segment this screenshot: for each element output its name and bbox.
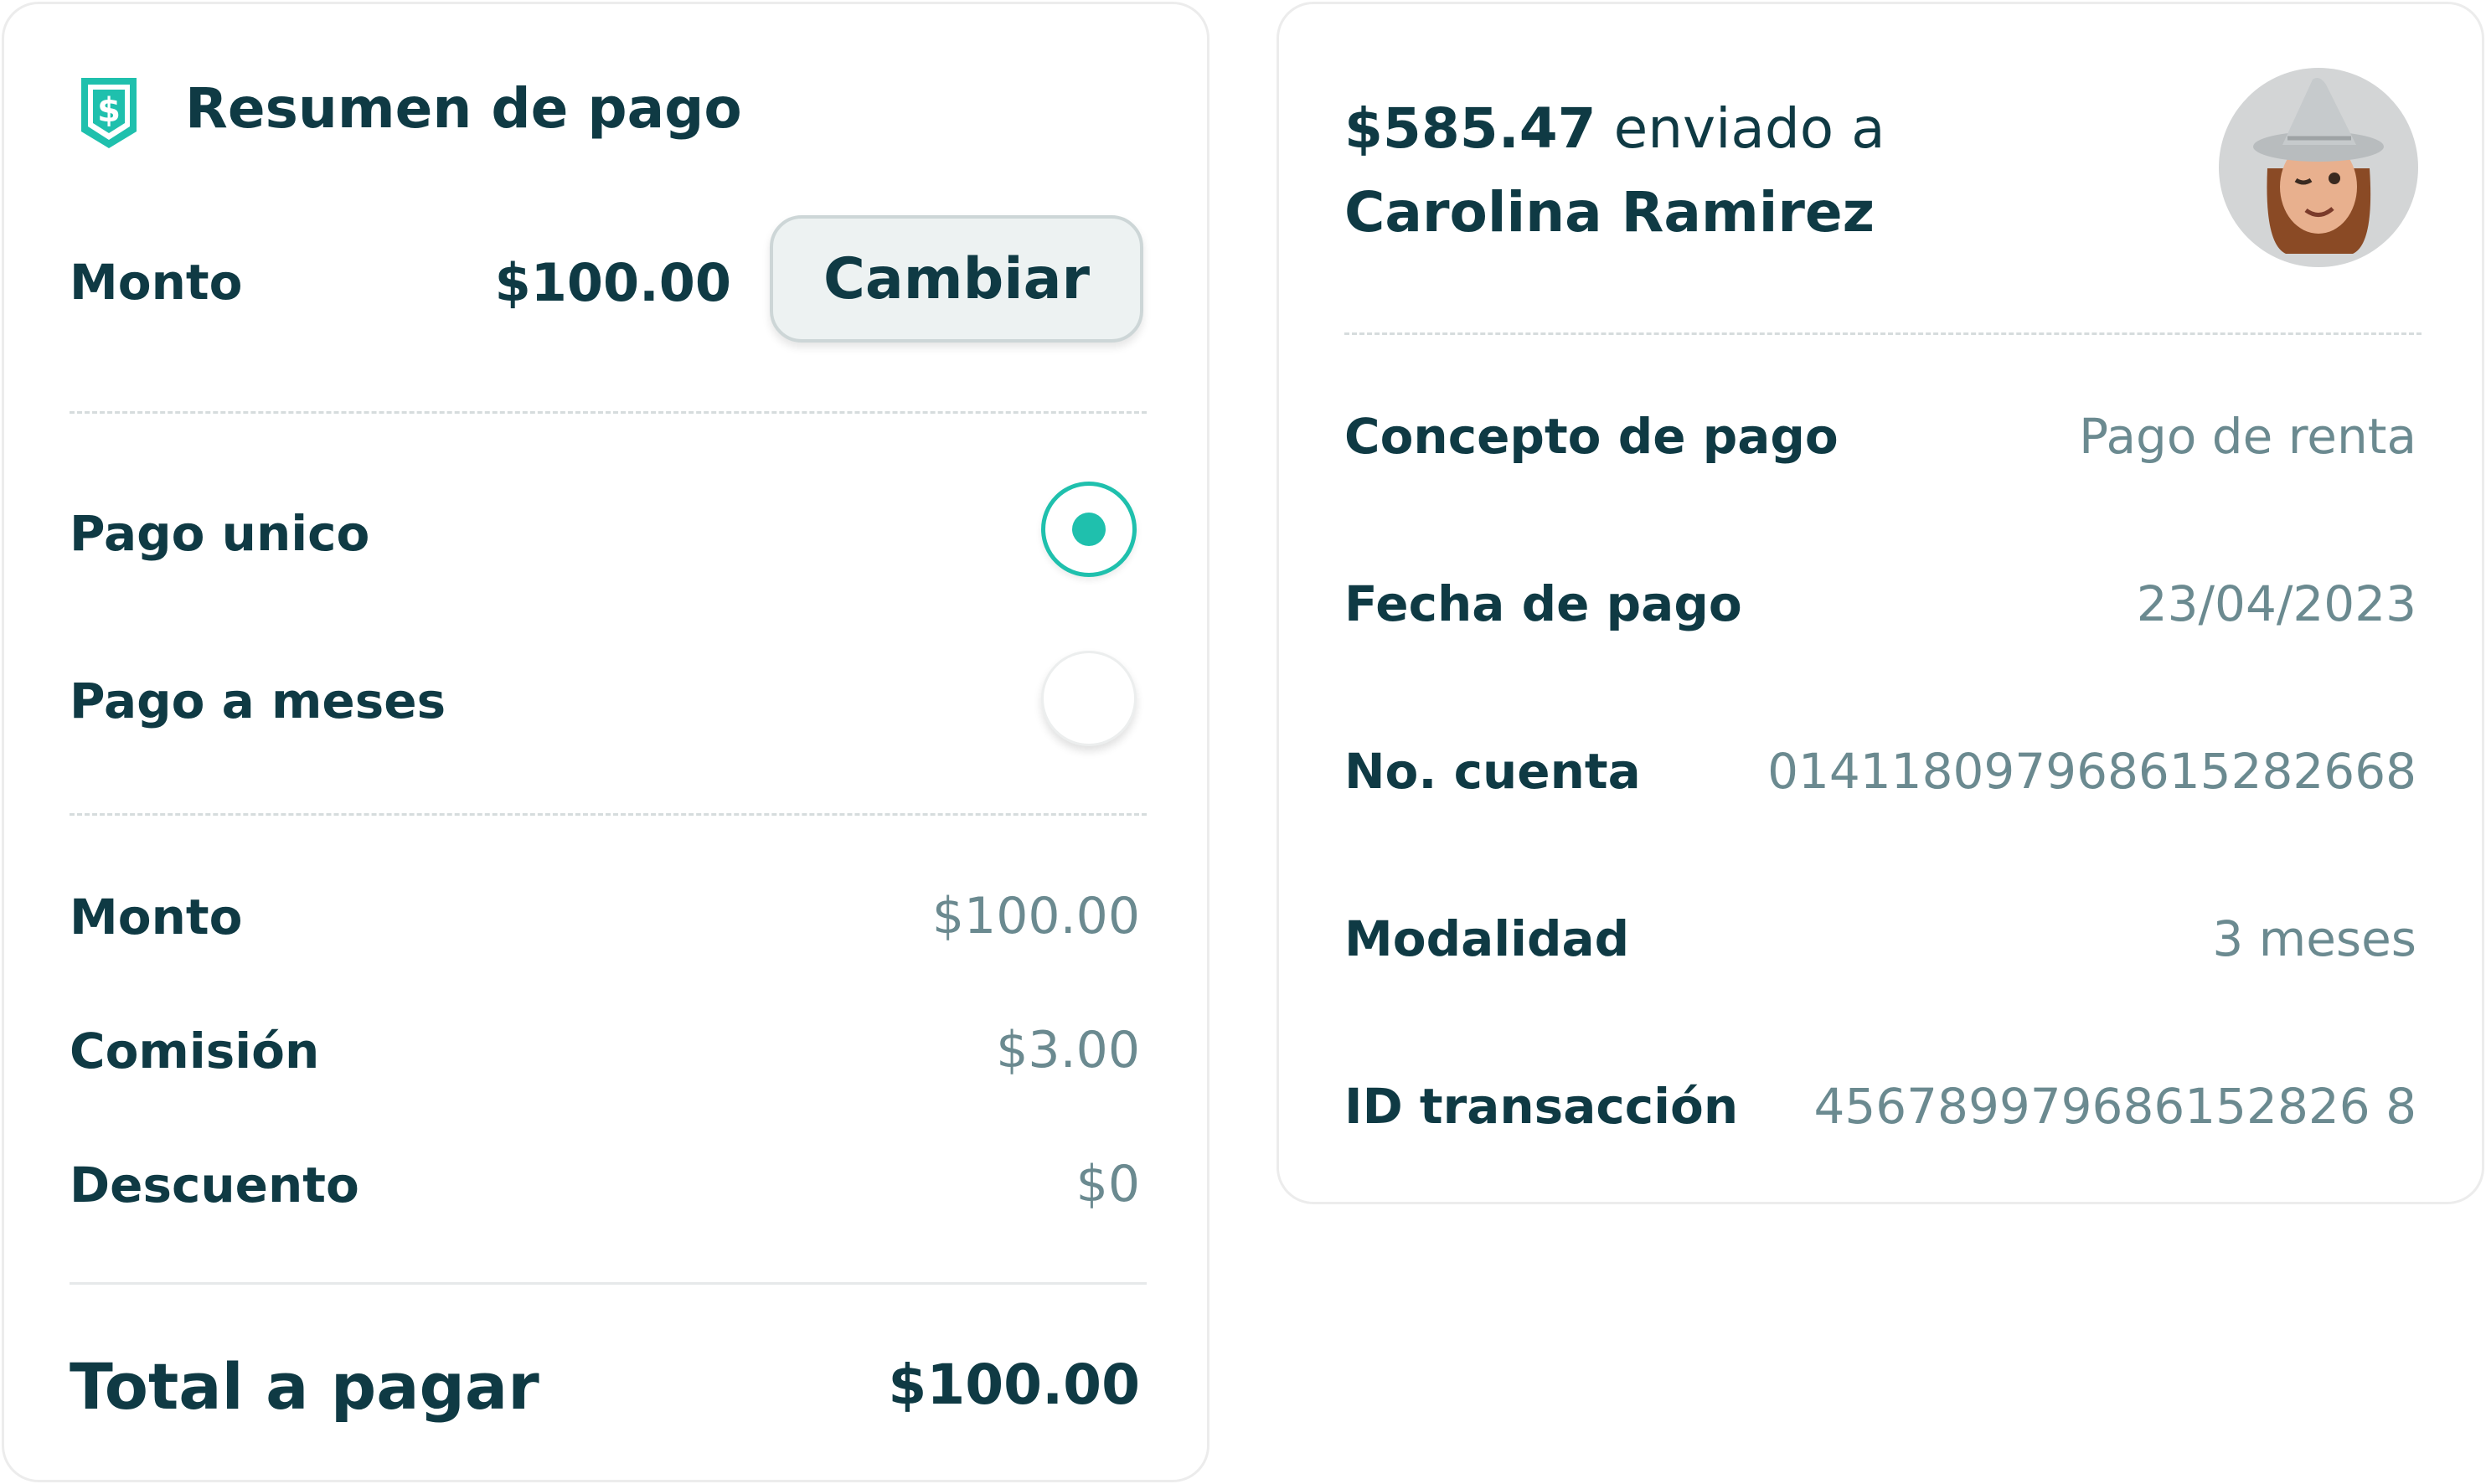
svg-text:$: $ [97,91,121,130]
sent-amount-line: $585.47 enviado a [1344,96,1885,161]
divider [1344,332,2422,335]
receipt-value-date: 23/04/2023 [2136,575,2416,632]
receipt-label-account: No. cuenta [1344,743,1641,800]
option-label-monthly: Pago a meses [70,672,446,729]
sent-to-text: enviado a [1613,96,1885,161]
total-label: Total a pagar [70,1349,539,1424]
receipt-value-transaction: 456789979686152826 8 [1813,1078,2416,1135]
radio-monthly-payment[interactable] [1041,651,1137,746]
amount-value: $100.00 [494,252,731,313]
breakdown-value-fee: $3.00 [996,1021,1140,1080]
payment-receipt-card: $585.47 enviado a Carolina Ramirez Conce… [1277,2,2484,1204]
breakdown-value-discount: $0 [1075,1155,1140,1213]
summary-title: Resumen de pago [185,76,742,141]
breakdown-value-amount: $100.00 [931,887,1140,946]
receipt-label-date: Fecha de pago [1344,575,1742,632]
amount-label: Monto [70,254,243,311]
receipt-label-modality: Modalidad [1344,910,1630,967]
receipt-label-concept: Concepto de pago [1344,408,1839,465]
radio-single-payment[interactable] [1041,482,1137,577]
breakdown-label-amount: Monto [70,889,243,946]
option-label-single: Pago unico [70,505,370,562]
divider [70,813,1147,816]
recipient-avatar [2219,68,2418,267]
receipt-value-modality: 3 meses [2212,910,2416,967]
dollar-badge-icon: $ [76,73,142,153]
divider [70,411,1147,414]
recipient-name: Carolina Ramirez [1344,180,1875,245]
breakdown-label-discount: Descuento [70,1157,359,1213]
receipt-value-concept: Pago de renta [2079,408,2416,465]
change-amount-button[interactable]: Cambiar [770,215,1143,343]
receipt-value-account: 014118097968615282668 [1767,743,2416,800]
sent-amount: $585.47 [1344,96,1596,161]
total-divider [70,1282,1147,1285]
radio-dot [1072,513,1106,546]
payment-summary-card: $ Resumen de pago Monto $100.00 Cambiar … [2,2,1209,1482]
receipt-label-transaction: ID transacción [1344,1078,1739,1135]
breakdown-label-fee: Comisión [70,1023,320,1080]
total-value: $100.00 [888,1353,1140,1417]
